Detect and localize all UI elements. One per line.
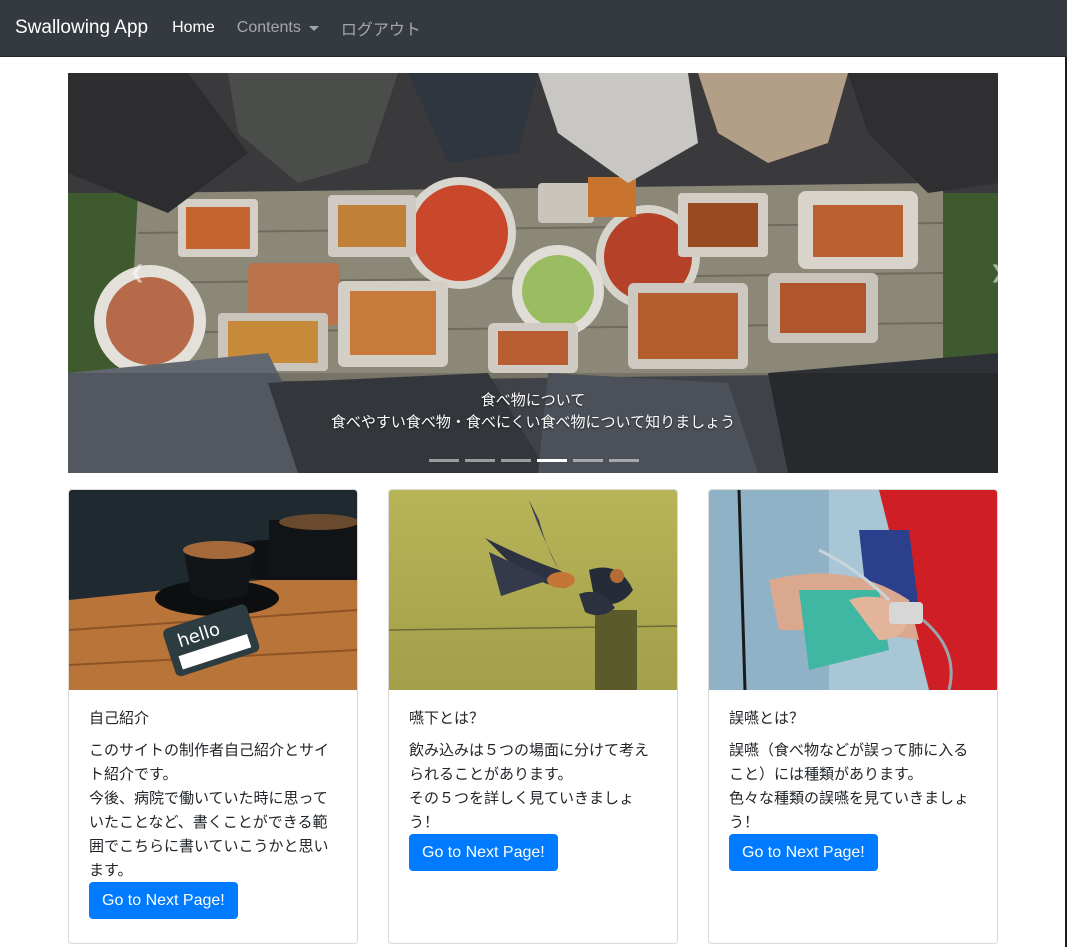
hero-carousel[interactable]: ❮ ❯ 食べ物について 食べやすい食べ物・食べにくい食べ物について知りましょう xyxy=(68,73,998,473)
brand-link[interactable]: Swallowing App xyxy=(15,17,148,39)
carousel-indicator[interactable] xyxy=(428,459,459,462)
card-aspiration: 誤嚥とは？ 誤嚥（食べ物などが誤って肺に入ること）には種類があります。 色々な種… xyxy=(708,489,998,944)
card-text: 飲み込みは５つの場面に分けて考えられることがあります。 その５つを詳しく見ていき… xyxy=(409,741,650,831)
carousel-indicators xyxy=(0,459,1067,462)
carousel-indicator[interactable] xyxy=(608,459,639,462)
card-title: 誤嚥とは？ xyxy=(729,709,805,727)
carousel-indicator[interactable] xyxy=(572,459,603,462)
card-title: 自己紹介 xyxy=(89,709,150,727)
chevron-right-icon[interactable]: ❯ xyxy=(990,263,998,283)
caption-title: 食べ物について xyxy=(480,391,586,409)
caption-text: 食べやすい食べ物・食べにくい食べ物について知りましょう xyxy=(330,413,736,431)
card-body: 誤嚥とは？ 誤嚥（食べ物などが誤って肺に入ること）には種類があります。 色々な種… xyxy=(709,690,997,891)
card-self-introduction: hello 自己紹介 このサイトの制作者自己紹介とサイト紹介です。 今後、病院で… xyxy=(68,489,358,944)
caret-down-icon xyxy=(308,25,319,31)
nav-contents-dropdown[interactable]: Contents xyxy=(237,19,319,37)
nav-home[interactable]: Home xyxy=(172,19,215,37)
card-image-swallows xyxy=(389,490,677,690)
top-navbar: Swallowing App Home Contents ログアウト xyxy=(0,0,1067,57)
nav-contents-label: Contents xyxy=(236,19,301,36)
next-page-button[interactable]: Go to Next Page! xyxy=(729,834,878,871)
nav-logout[interactable]: ログアウト xyxy=(341,16,421,40)
carousel-caption: 食べ物について 食べやすい食べ物・食べにくい食べ物について知りましょう xyxy=(68,389,998,433)
chevron-left-icon[interactable]: ❮ xyxy=(130,263,145,283)
next-page-button[interactable]: Go to Next Page! xyxy=(409,834,558,871)
card-body: 自己紹介 このサイトの制作者自己紹介とサイト紹介です。 今後、病院で働いていた時… xyxy=(69,690,357,939)
card-swallowing: 嚥下とは？ 飲み込みは５つの場面に分けて考えられることがあります。 その５つを詳… xyxy=(388,489,678,944)
card-body: 嚥下とは？ 飲み込みは５つの場面に分けて考えられることがあります。 その５つを詳… xyxy=(389,690,677,891)
carousel-indicator-active[interactable] xyxy=(536,459,567,462)
card-image-coffee: hello xyxy=(69,490,357,690)
card-image-hospital xyxy=(709,490,997,690)
card-title: 嚥下とは？ xyxy=(409,709,485,727)
card-text: このサイトの制作者自己紹介とサイト紹介です。 今後、病院で働いていた時に思ってい… xyxy=(89,741,330,879)
carousel-indicator[interactable] xyxy=(464,459,495,462)
card-text: 誤嚥（食べ物などが誤って肺に入ること）には種類があります。 色々な種類の誤嚥を見… xyxy=(729,741,970,831)
carousel-indicator[interactable] xyxy=(500,459,531,462)
next-page-button[interactable]: Go to Next Page! xyxy=(89,882,238,919)
